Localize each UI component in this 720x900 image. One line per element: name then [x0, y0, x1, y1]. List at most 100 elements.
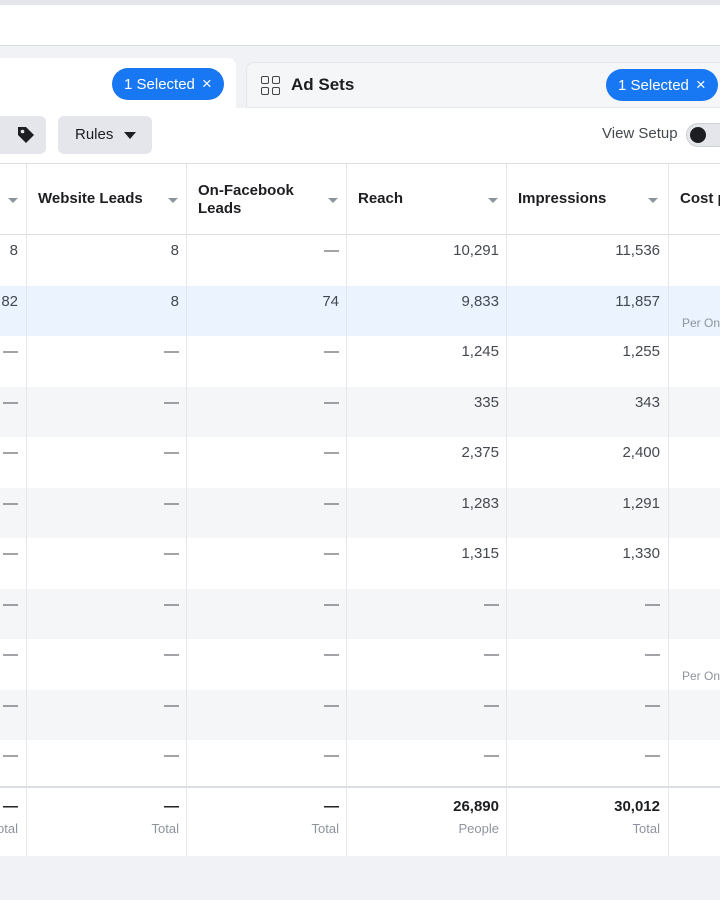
table-header: Website Leads On-Facebook Leads Reach Im…	[0, 164, 720, 235]
table-row[interactable]: — — — 2,375 2,400	[0, 437, 720, 487]
total-label: People	[458, 821, 499, 836]
column-divider	[346, 164, 347, 856]
data-table: 8 8—10,291 11,536 82 8 74 9,833 11,857 Per On — — —…	[0, 164, 720, 856]
total-value: —	[3, 798, 18, 815]
table-cell: —	[324, 595, 339, 613]
table-cell: —	[324, 494, 339, 512]
table-cell: 8	[9, 242, 18, 259]
rules-button[interactable]: Rules	[58, 116, 152, 154]
table-cell: —	[164, 393, 179, 411]
clear-selection-icon[interactable]: ×	[202, 74, 212, 93]
column-divider	[26, 164, 27, 856]
table-cell: 1,315	[461, 545, 499, 562]
table-cell: 74	[322, 292, 339, 310]
tag-icon	[18, 127, 34, 143]
column-header-label: Reach	[358, 190, 404, 207]
table-cell: —	[3, 747, 18, 764]
ad-sets-selected-pill[interactable]: 1 Selected ×	[606, 69, 718, 101]
total-label: Total	[311, 821, 339, 836]
table-cell: —	[484, 696, 499, 714]
table-cell: 1,245	[461, 343, 499, 360]
table-row[interactable]: — — — 1,283 1,291	[0, 487, 720, 538]
sort-icon[interactable]	[168, 198, 178, 203]
sort-icon[interactable]	[328, 198, 338, 203]
table-cell: 8	[170, 242, 179, 259]
view-setup-label: View Setup	[602, 125, 678, 142]
table-cell: —	[3, 393, 18, 411]
table-cell: —	[645, 747, 660, 764]
table-cell: 1,283	[461, 494, 499, 512]
table-cell: —	[484, 595, 499, 613]
sort-icon[interactable]	[648, 198, 658, 203]
table-row[interactable]: — — — 335 343	[0, 386, 720, 437]
table-cell: —	[645, 646, 660, 663]
toolbar: Rules View Setup	[0, 108, 720, 164]
tab-campaigns[interactable]: 1 Selected ×	[0, 58, 236, 108]
ad-sets-grid-icon	[261, 76, 281, 96]
total-label: Total	[151, 821, 179, 836]
table-cell: —	[484, 747, 499, 764]
column-header-label: Website Leads	[38, 190, 143, 207]
table-cell: —	[3, 696, 18, 714]
table-cell: 9,833	[461, 292, 499, 310]
table-row[interactable]: — — — — —	[0, 689, 720, 740]
table-cell: 8	[170, 292, 179, 310]
column-header-impressions[interactable]: Impressions	[506, 164, 668, 234]
total-label: Total	[632, 821, 660, 836]
column-header-on-facebook-leads[interactable]: On-Facebook Leads	[186, 164, 346, 234]
view-setup-toggle[interactable]	[686, 123, 720, 147]
column-header-cost[interactable]: Cost p	[668, 164, 720, 234]
table-cell: 82	[1, 292, 18, 310]
total-label: otal	[0, 821, 18, 836]
table-cell: —	[484, 646, 499, 663]
table-cell: 11,857	[615, 292, 660, 310]
table-row[interactable]: — — — 1,245 1,255	[0, 336, 720, 386]
table-cell: —	[3, 646, 18, 663]
tab-ad-sets[interactable]: Ad Sets 1 Selected ×	[246, 62, 720, 108]
total-value: 26,890	[453, 798, 499, 815]
table-cell: 1,255	[622, 343, 660, 360]
cost-per-sublabel: Per On	[682, 669, 720, 683]
table-row[interactable]: — — — — —	[0, 740, 720, 790]
column-header-label: On-Facebook	[198, 182, 294, 199]
table-cell: —	[3, 444, 18, 461]
campaigns-selected-pill[interactable]: 1 Selected ×	[112, 68, 224, 100]
top-bar	[0, 0, 720, 46]
total-value: —	[324, 798, 339, 815]
cost-per-sublabel: Per On	[682, 315, 720, 330]
table-cell: —	[164, 646, 179, 663]
table-row[interactable]: 8 8 — 10,291 11,536	[0, 235, 720, 285]
table-cell: 1,330	[622, 545, 660, 562]
column-header-reach[interactable]: Reach	[346, 164, 506, 234]
sort-icon[interactable]	[8, 198, 18, 203]
table-cell: —	[324, 343, 339, 360]
sort-icon[interactable]	[488, 198, 498, 203]
table-cell: —	[164, 696, 179, 714]
table-cell: —	[164, 343, 179, 360]
table-cell: —	[645, 696, 660, 714]
table-cell: 11,536	[615, 242, 660, 259]
column-header-website-leads[interactable]: Website Leads	[26, 164, 186, 234]
table-row[interactable]: — — — — —	[0, 588, 720, 639]
table-row[interactable]: — — — 1,315 1,330	[0, 538, 720, 588]
table-row[interactable]: 82 8 74 9,833 11,857 Per On	[0, 285, 720, 336]
table-cell: —	[164, 595, 179, 613]
rules-label: Rules	[75, 126, 114, 143]
table-cell: —	[164, 494, 179, 512]
column-divider	[186, 164, 187, 856]
clear-selection-icon[interactable]: ×	[696, 75, 706, 94]
table-cell: —	[645, 595, 660, 613]
table-cell: —	[164, 545, 179, 562]
table-cell: —	[3, 494, 18, 512]
table-cell: —	[164, 444, 179, 461]
table-row[interactable]: — — — — — Per On	[0, 639, 720, 689]
tag-button[interactable]	[0, 116, 46, 154]
toggle-knob	[690, 127, 706, 143]
totals-row: — otal — Total — Total 26,890 People 30,…	[0, 786, 720, 856]
total-value: —	[164, 798, 179, 815]
table-cell: 10,291	[453, 242, 499, 259]
table-cell: —	[3, 343, 18, 360]
column-header-first[interactable]	[0, 164, 26, 234]
table-cell: 1,291	[622, 494, 660, 512]
table-cell: —	[324, 444, 339, 461]
